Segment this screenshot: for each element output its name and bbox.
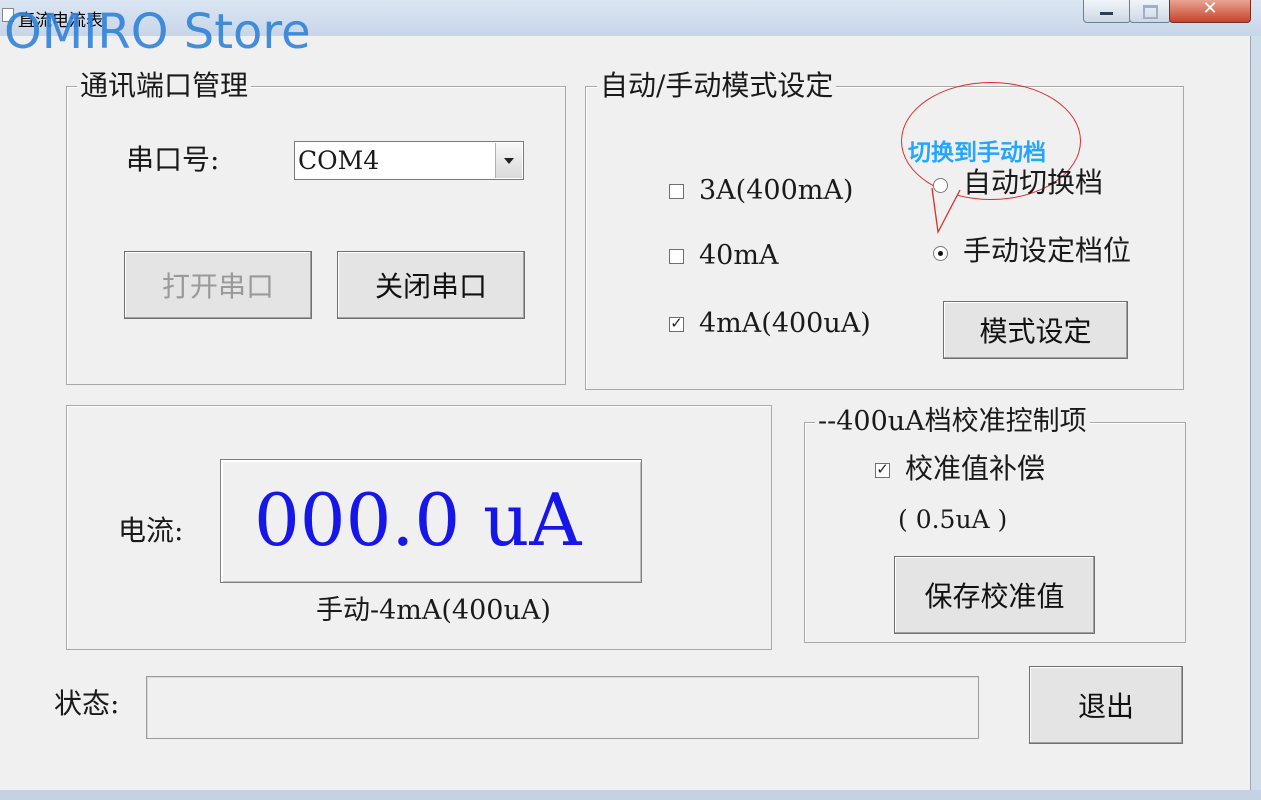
save-calibration-button[interactable]: 保存校准值 bbox=[894, 556, 1095, 634]
auto-mode-radio[interactable] bbox=[933, 178, 948, 193]
range-4ma-label: 4mA(400uA) bbox=[699, 308, 871, 339]
callout-text: 切换到手动档 bbox=[908, 140, 1046, 166]
maximize-icon bbox=[1143, 5, 1158, 19]
range-mode-text: 手动-4mA(400uA) bbox=[316, 595, 551, 626]
range-4ma-checkbox[interactable]: ✓ bbox=[669, 314, 684, 332]
auto-mode-label: 自动切换档 bbox=[963, 166, 1104, 199]
status-field bbox=[146, 676, 979, 739]
calibration-offset: ( 0.5uA ) bbox=[898, 505, 1008, 534]
manual-mode-label: 手动设定档位 bbox=[963, 234, 1132, 267]
calibration-group-legend: --400uA档校准控制项 bbox=[815, 405, 1090, 439]
checkmark-icon: ✓ bbox=[876, 460, 889, 478]
minimize-button[interactable] bbox=[1083, 0, 1131, 23]
port-select-value: COM4 bbox=[298, 146, 380, 175]
manual-mode-radio[interactable] bbox=[933, 246, 948, 261]
exit-button[interactable]: 退出 bbox=[1029, 666, 1183, 744]
chevron-down-icon[interactable] bbox=[495, 143, 522, 178]
current-label: 电流: bbox=[118, 514, 184, 547]
compensate-label: 校准值补偿 bbox=[905, 452, 1046, 485]
close-button[interactable]: ✕ bbox=[1169, 0, 1251, 23]
port-group: 通讯端口管理 bbox=[66, 69, 566, 385]
status-label: 状态: bbox=[54, 687, 120, 720]
range-40ma-checkbox[interactable] bbox=[669, 249, 684, 264]
current-display: 000.0 uA bbox=[220, 459, 642, 583]
watermark-text: OMIRO Store bbox=[4, 4, 311, 60]
mode-set-button[interactable]: 模式设定 bbox=[943, 301, 1128, 359]
range-40ma-label: 40mA bbox=[699, 240, 779, 271]
minimize-icon bbox=[1100, 12, 1113, 15]
port-group-legend: 通讯端口管理 bbox=[77, 69, 252, 103]
port-select[interactable]: COM4 bbox=[294, 141, 524, 180]
mode-group-legend: 自动/手动模式设定 bbox=[597, 69, 837, 103]
open-port-button[interactable]: 打开串口 bbox=[124, 251, 312, 319]
checkmark-icon: ✓ bbox=[670, 314, 683, 332]
range-3a-label: 3A(400mA) bbox=[699, 175, 854, 206]
close-port-button[interactable]: 关闭串口 bbox=[337, 251, 525, 319]
maximize-button[interactable] bbox=[1129, 0, 1171, 23]
window-client: 通讯端口管理 串口号: COM4 打开串口 关闭串口 自动/手动模式设定 3A(… bbox=[0, 36, 1251, 790]
close-icon: ✕ bbox=[1202, 0, 1218, 19]
window-bottom-edge bbox=[0, 790, 1261, 800]
current-value: 000.0 uA bbox=[254, 478, 582, 562]
compensate-checkbox[interactable]: ✓ bbox=[875, 460, 890, 478]
range-3a-checkbox[interactable] bbox=[669, 184, 684, 199]
radio-selected-icon bbox=[938, 251, 943, 256]
port-label: 串口号: bbox=[126, 143, 220, 176]
